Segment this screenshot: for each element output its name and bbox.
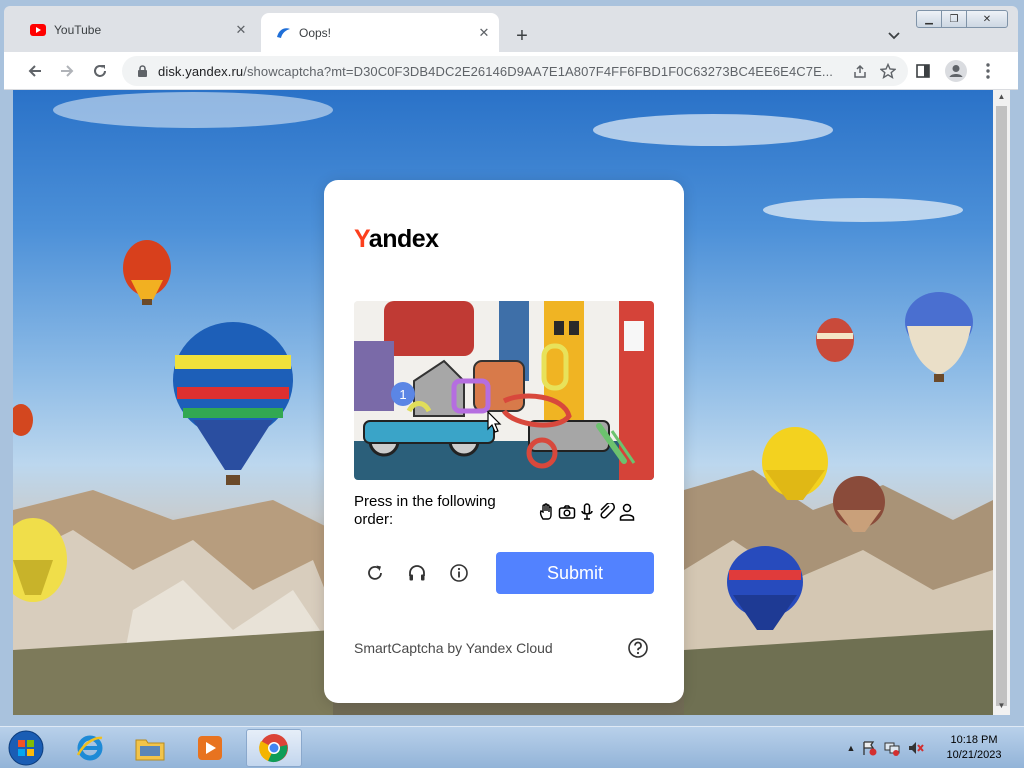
close-icon[interactable]: ✕ bbox=[475, 24, 493, 42]
show-hidden-icons-arrow-icon[interactable]: ▲ bbox=[844, 743, 858, 753]
close-icon[interactable]: ✕ bbox=[232, 21, 250, 39]
audio-captcha-button[interactable] bbox=[405, 561, 429, 585]
microphone-icon bbox=[577, 502, 596, 522]
yandex-logo: Yandex bbox=[354, 225, 439, 253]
address-bar[interactable]: disk.yandex.ru/showcaptcha?mt=D30C0F3DB4… bbox=[122, 56, 908, 86]
youtube-icon bbox=[30, 22, 46, 38]
reload-button[interactable] bbox=[87, 58, 113, 84]
side-panel-icon[interactable] bbox=[910, 58, 936, 84]
bookmark-star-icon[interactable] bbox=[874, 57, 902, 85]
url-text: disk.yandex.ru/showcaptcha?mt=D30C0F3DB4… bbox=[158, 64, 846, 79]
url-path: /showcaptcha?mt=D30C0F3DB4DC2E26146D9AA7… bbox=[243, 63, 834, 79]
minimize-button[interactable]: ▁ bbox=[916, 10, 942, 28]
system-tray: ▲ bbox=[844, 727, 928, 768]
back-button[interactable] bbox=[22, 58, 48, 84]
internet-explorer-icon[interactable] bbox=[62, 729, 118, 767]
captcha-instruction: Press in the following order: bbox=[354, 493, 496, 528]
start-button[interactable] bbox=[6, 729, 46, 767]
scroll-down-arrow-icon[interactable]: ▼ bbox=[996, 701, 1007, 713]
person-icon bbox=[617, 502, 636, 522]
info-button[interactable] bbox=[447, 561, 471, 585]
help-button[interactable] bbox=[627, 637, 649, 659]
chevron-down-icon[interactable] bbox=[882, 24, 906, 48]
camera-icon bbox=[557, 502, 576, 522]
volume-muted-icon[interactable] bbox=[904, 740, 928, 756]
share-icon[interactable] bbox=[846, 57, 874, 85]
paperclip-icon bbox=[597, 502, 616, 522]
captcha-card: Yandex 1 Press in the following order: S… bbox=[324, 180, 684, 703]
file-explorer-icon[interactable] bbox=[122, 729, 178, 767]
hand-icon bbox=[537, 502, 556, 522]
tab-youtube[interactable]: YouTube ✕ bbox=[16, 13, 256, 47]
scroll-up-arrow-icon[interactable]: ▲ bbox=[996, 92, 1007, 104]
menu-kebab-icon[interactable] bbox=[975, 58, 1001, 84]
yandex-cloud-icon bbox=[275, 25, 291, 41]
url-domain: disk.yandex.ru bbox=[158, 63, 244, 79]
windows-start-icon bbox=[8, 730, 44, 766]
tab-title: YouTube bbox=[54, 23, 102, 37]
browser-toolbar: disk.yandex.ru/showcaptcha?mt=D30C0F3DB4… bbox=[4, 52, 1018, 90]
submit-button[interactable]: Submit bbox=[496, 552, 654, 594]
captcha-image[interactable]: 1 bbox=[354, 301, 654, 480]
captcha-order-icons bbox=[537, 501, 636, 523]
info-icon bbox=[450, 564, 468, 582]
chrome-icon[interactable] bbox=[246, 729, 302, 767]
profile-avatar-icon[interactable] bbox=[943, 58, 969, 84]
scrollbar-thumb[interactable] bbox=[996, 106, 1007, 706]
forward-button[interactable] bbox=[54, 58, 80, 84]
tab-title: Oops! bbox=[299, 26, 332, 40]
taskbar-clock[interactable]: 10:18 PM 10/21/2023 bbox=[936, 733, 1012, 763]
taskbar: ▲ 10:18 PM 10/21/2023 bbox=[0, 726, 1024, 768]
maximize-button[interactable]: ❐ bbox=[941, 10, 967, 28]
lock-icon[interactable] bbox=[134, 63, 150, 79]
captcha-branding[interactable]: SmartCaptcha by Yandex Cloud bbox=[354, 640, 553, 656]
network-icon[interactable] bbox=[880, 740, 904, 756]
headphones-icon bbox=[409, 565, 425, 581]
clock-date: 10/21/2023 bbox=[946, 749, 1002, 761]
refresh-icon bbox=[368, 565, 382, 580]
page-scrollbar[interactable]: ▲ ▼ bbox=[993, 90, 1010, 715]
clock-time: 10:18 PM bbox=[950, 734, 998, 746]
click-marker-number: 1 bbox=[399, 387, 406, 402]
media-player-icon[interactable] bbox=[182, 729, 238, 767]
close-window-button[interactable]: ✕ bbox=[966, 10, 1008, 28]
tab-oops[interactable]: Oops! ✕ bbox=[261, 13, 499, 53]
question-icon bbox=[628, 638, 648, 658]
new-tab-button[interactable]: + bbox=[510, 24, 534, 48]
action-center-flag-icon[interactable] bbox=[858, 740, 880, 756]
refresh-captcha-button[interactable] bbox=[363, 561, 387, 585]
